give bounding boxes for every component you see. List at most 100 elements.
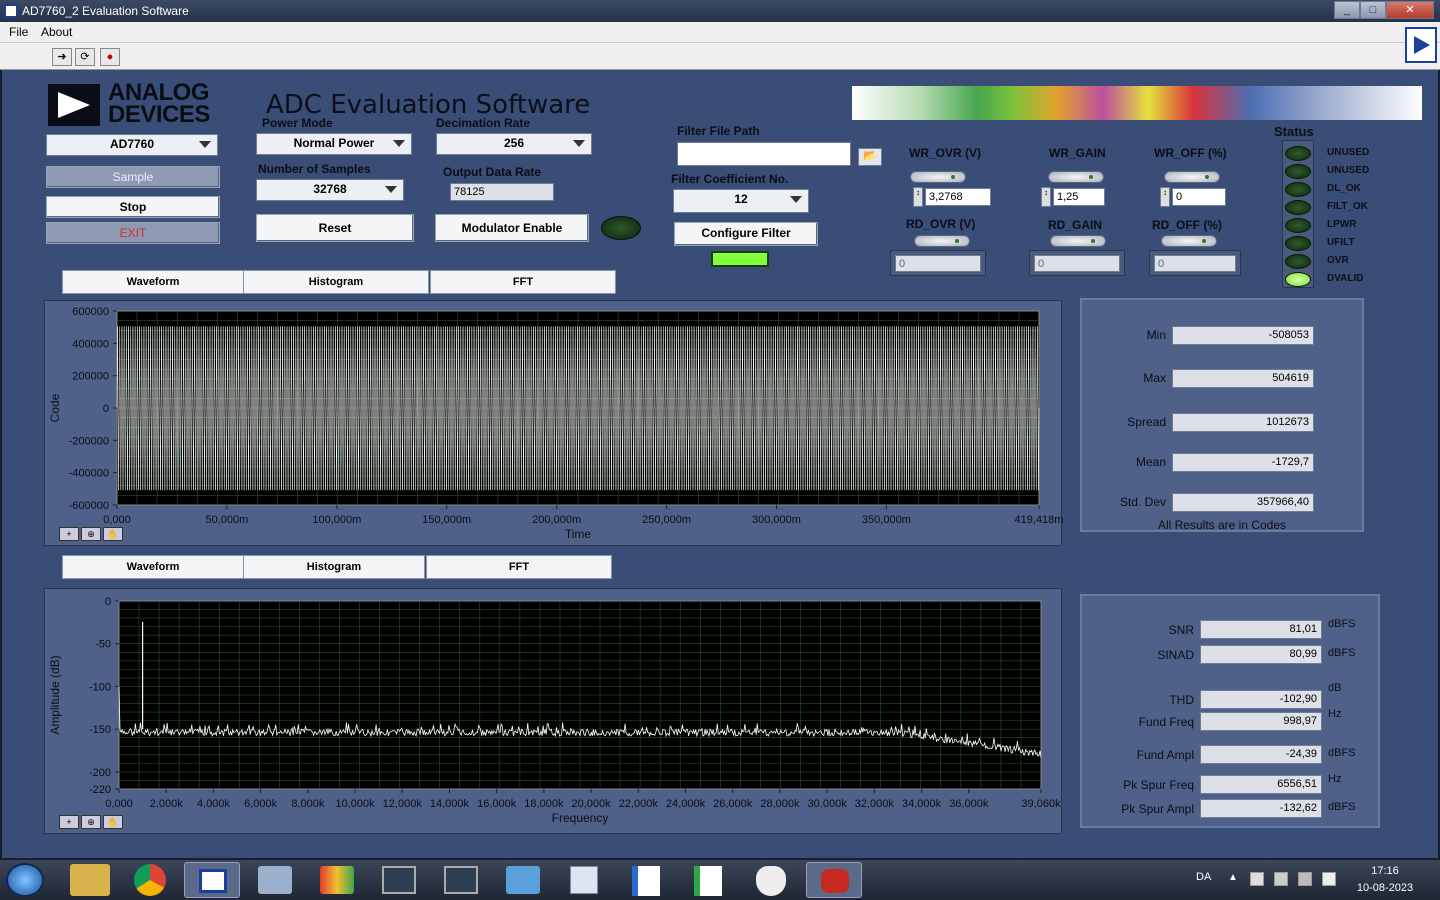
tab-fft-top[interactable]: FFT: [430, 270, 616, 294]
fft-stat-unit: dBFS: [1328, 801, 1356, 813]
wr-gain-stepper[interactable]: ↕: [1041, 187, 1051, 207]
explorer-taskbar-icon[interactable]: [70, 864, 110, 896]
labview-taskbar-icon[interactable]: [184, 862, 240, 898]
signal-taskbar-icon[interactable]: [444, 866, 478, 894]
run-continuous-icon[interactable]: ⟳: [75, 48, 95, 66]
calculator-taskbar-icon[interactable]: [570, 866, 598, 894]
fft-stat-unit: Hz: [1328, 708, 1342, 720]
x-tick-label: 2,000k: [150, 798, 184, 810]
tab-waveform-top[interactable]: Waveform: [62, 270, 244, 294]
x-axis-title: Time: [565, 527, 592, 541]
filter-coeff-value: 12: [734, 192, 748, 206]
fft-stat-label: SINAD: [1157, 648, 1194, 662]
device-select[interactable]: AD7760: [46, 134, 218, 156]
crosshair-icon[interactable]: +: [59, 815, 79, 829]
menu-about[interactable]: About: [41, 25, 72, 39]
gear-app-taskbar-icon[interactable]: [806, 862, 862, 898]
wr-off-stepper[interactable]: ↕: [1160, 187, 1170, 207]
language-indicator[interactable]: DA: [1196, 871, 1211, 883]
writer-taskbar-icon[interactable]: [632, 866, 660, 896]
tab-fft-bottom[interactable]: FFT: [426, 555, 612, 579]
calc-taskbar-icon[interactable]: [694, 866, 722, 896]
wr-ovr-knob[interactable]: [910, 171, 966, 183]
stat-label: Min: [1146, 328, 1166, 342]
rd-off-value: 0: [1154, 255, 1236, 272]
x-tick-label: 32,000k: [855, 798, 895, 810]
zoom-icon[interactable]: ⊕: [81, 527, 101, 541]
y-tick-label: -200000: [69, 435, 109, 447]
pan-hand-icon[interactable]: ✋: [103, 527, 123, 541]
abort-icon[interactable]: ●: [100, 48, 120, 66]
close-button[interactable]: ✕: [1386, 1, 1434, 19]
chrome-taskbar-icon[interactable]: [134, 864, 166, 896]
samples-select[interactable]: 32768: [256, 179, 404, 201]
y-tick-label: -600000: [69, 500, 109, 512]
flag-tray-icon[interactable]: [1250, 872, 1264, 886]
decimation-select[interactable]: 256: [436, 133, 592, 155]
maximize-button[interactable]: □: [1360, 1, 1386, 19]
filter-path-input[interactable]: [677, 142, 851, 166]
wr-gain-input[interactable]: 1,25: [1053, 188, 1105, 206]
kicad-taskbar-icon[interactable]: [756, 866, 786, 896]
clock-date[interactable]: 10-08-2023: [1352, 882, 1418, 894]
wr-off-input[interactable]: 0: [1172, 188, 1226, 206]
device-tray-icon[interactable]: [1274, 872, 1288, 886]
x-axis-title: Frequency: [552, 811, 609, 825]
paint-taskbar-icon[interactable]: [320, 866, 354, 894]
pan-hand-icon[interactable]: ✋: [103, 815, 123, 829]
tab-histogram-top[interactable]: Histogram: [243, 270, 429, 294]
wr-ovr-stepper[interactable]: ↕: [913, 187, 923, 207]
fft-stat-label: THD: [1169, 693, 1194, 707]
fft-stat-label: Fund Freq: [1138, 715, 1194, 729]
remote-taskbar-icon[interactable]: [506, 866, 540, 894]
filter-coeff-select[interactable]: 12: [673, 189, 809, 213]
power-mode-label: Power Mode: [262, 116, 333, 130]
configure-filter-button[interactable]: Configure Filter: [674, 222, 818, 246]
stat-label: Mean: [1135, 455, 1166, 469]
wr-ovr-input[interactable]: 3,2768: [925, 188, 991, 206]
y-tick-label: -400000: [69, 468, 109, 480]
status-led-2: [1285, 182, 1311, 197]
run-arrow-icon[interactable]: ➜: [52, 48, 72, 66]
clock-time[interactable]: 17:16: [1352, 865, 1418, 877]
network-taskbar-icon[interactable]: [258, 866, 292, 894]
tab-waveform-bottom[interactable]: Waveform: [62, 555, 244, 579]
exit-button[interactable]: EXIT: [46, 222, 220, 244]
minimize-button[interactable]: _: [1334, 1, 1360, 19]
wr-off-knob[interactable]: [1164, 171, 1220, 183]
stop-button[interactable]: Stop: [46, 196, 220, 218]
crosshair-icon[interactable]: +: [59, 527, 79, 541]
tab-histogram-bottom[interactable]: Histogram: [243, 555, 425, 579]
folder-browse-icon[interactable]: 📂: [858, 148, 882, 166]
x-tick-label: 4,000k: [197, 798, 231, 810]
status-led-label: FILT_OK: [1327, 201, 1368, 212]
status-led-label: UNUSED: [1327, 147, 1370, 158]
tray-expand-icon[interactable]: ▲: [1228, 872, 1238, 883]
network-tray-icon[interactable]: [1298, 872, 1312, 886]
status-led-4: [1285, 218, 1311, 233]
modulator-enable-button[interactable]: Modulator Enable: [435, 214, 589, 242]
start-button[interactable]: [6, 863, 44, 897]
zoom-icon[interactable]: ⊕: [81, 815, 101, 829]
x-tick-label: 22,000k: [619, 798, 659, 810]
fft-stat-label: Pk Spur Freq: [1123, 778, 1194, 792]
sample-button[interactable]: Sample: [46, 166, 220, 188]
scope-taskbar-icon[interactable]: [382, 866, 416, 894]
fft-stat-value: 80,99: [1200, 645, 1322, 664]
menu-file[interactable]: File: [9, 25, 28, 39]
stat-value: -508053: [1172, 326, 1314, 345]
status-led-label: DL_OK: [1327, 183, 1361, 194]
rd-ovr-frame: 0: [890, 250, 986, 276]
reset-button[interactable]: Reset: [256, 214, 414, 242]
rd-gain-frame: 0: [1029, 250, 1125, 276]
y-tick-label: 0: [105, 596, 111, 608]
power-mode-select[interactable]: Normal Power: [256, 133, 412, 155]
y-axis-title: Code: [48, 393, 62, 422]
decimation-value: 256: [503, 136, 525, 150]
wr-gain-label: WR_GAIN: [1049, 146, 1106, 160]
x-tick-label: 18,000k: [524, 798, 564, 810]
wr-gain-knob[interactable]: [1048, 171, 1104, 183]
y-tick-label: 600000: [72, 306, 109, 318]
decimation-label: Decimation Rate: [436, 116, 531, 130]
volume-tray-icon[interactable]: [1322, 872, 1336, 886]
